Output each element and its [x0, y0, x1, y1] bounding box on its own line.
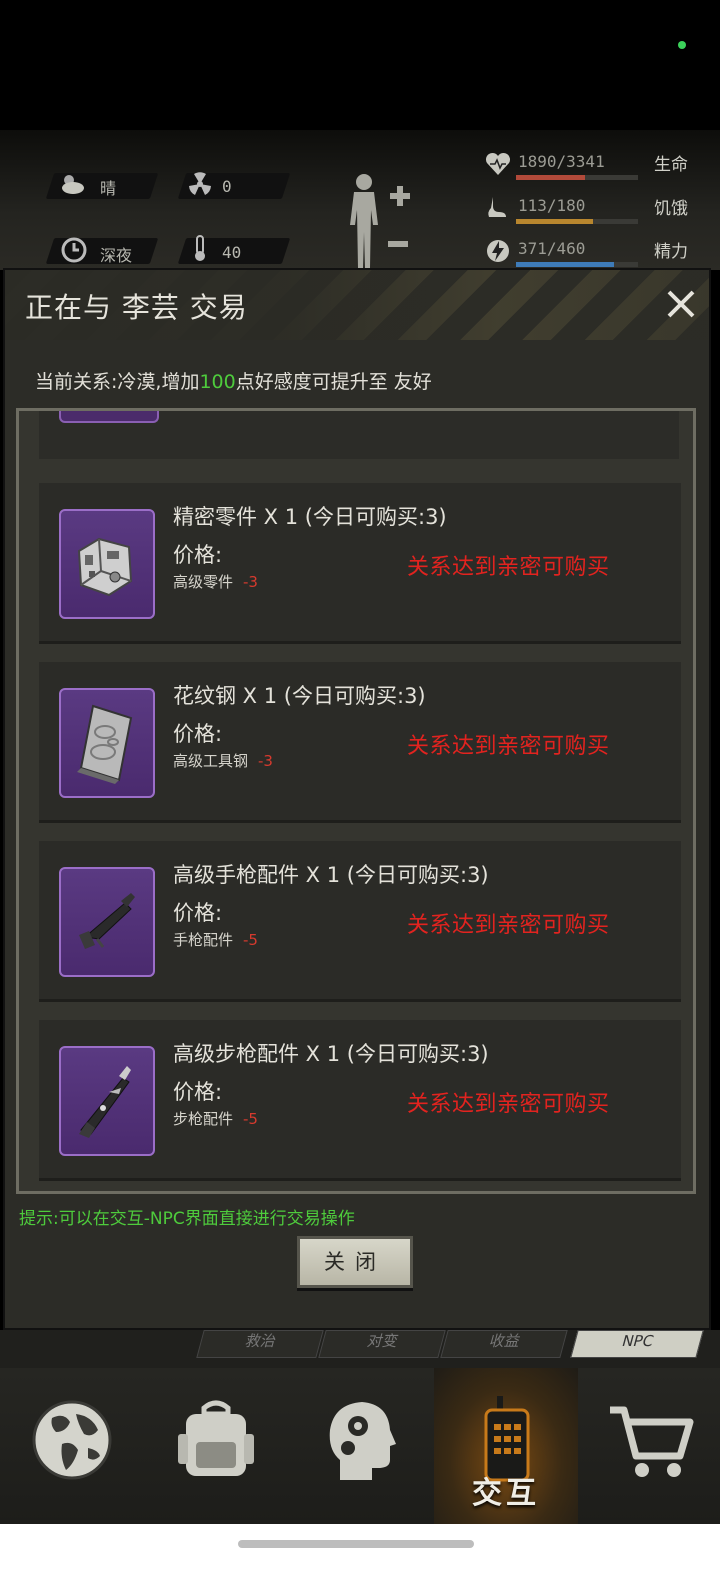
relation-suffix: 点好感度可提升至 友好: [235, 371, 432, 393]
radiation-value: 0: [222, 177, 232, 196]
system-navigation-bar: [0, 1524, 720, 1585]
list-item: [39, 411, 679, 459]
stomach-icon: [488, 197, 506, 217]
energy-label: 精力: [654, 242, 688, 262]
rifle-parts-icon: [79, 1066, 131, 1138]
hunger-value: 113/180: [518, 196, 586, 215]
hunger-bar: [516, 219, 638, 224]
price-cost: 步枪配件 -5: [173, 1108, 258, 1129]
lock-requirement: 关系达到亲密可购买: [407, 913, 610, 938]
cart-icon: [610, 1406, 694, 1477]
cost-amount: -5: [243, 931, 258, 949]
item-name: 花纹钢 X 1 (今日可购买:3): [173, 680, 426, 710]
tab-npc[interactable]: NPC: [570, 1330, 704, 1358]
item-name-text: 高级手枪配件 X 1: [173, 863, 341, 887]
status-indicator-dot: [678, 41, 686, 49]
nav-world[interactable]: [0, 1368, 144, 1524]
relation-amount: 100: [199, 371, 236, 393]
close-button[interactable]: 关闭: [297, 1236, 413, 1288]
lightning-icon: [487, 240, 509, 262]
heart-icon: [485, 152, 511, 175]
relation-prefix: 当前关系:冷漠,增加: [35, 371, 200, 393]
clock-icon: [61, 237, 87, 263]
purchase-limit: (今日可购买:3): [346, 863, 489, 887]
item-icon-frame: [59, 867, 155, 977]
tab-income[interactable]: 收益: [440, 1330, 568, 1358]
weather-text: 晴: [100, 179, 117, 198]
item-name-text: 精密零件 X 1: [173, 505, 299, 529]
cost-item: 高级工具钢: [173, 752, 249, 770]
item-name: 高级手枪配件 X 1 (今日可购买:3): [173, 859, 489, 889]
close-icon[interactable]: [661, 284, 701, 324]
time-of-day-text: 深夜: [100, 246, 133, 265]
cost-amount: -3: [243, 573, 258, 591]
damascus-steel-icon: [77, 704, 133, 784]
item-name-text: 花纹钢 X 1: [173, 684, 278, 708]
list-item[interactable]: 花纹钢 X 1 (今日可购买:3) 价格: 高级工具钢 -3 关系达到亲密可购买: [39, 662, 681, 823]
item-icon-frame: [59, 688, 155, 798]
dialog-header: 正在与 李芸 交易: [5, 270, 709, 340]
item-name: 高级步枪配件 X 1 (今日可购买:3): [173, 1038, 489, 1068]
lock-requirement: 关系达到亲密可购买: [407, 1092, 610, 1117]
price-label: 价格:: [173, 543, 223, 567]
cost-amount: -3: [258, 752, 273, 770]
trade-dialog: 正在与 李芸 交易 当前关系:冷漠,增加100点好感度可提升至 友好 精密零件 …: [3, 268, 711, 1330]
thermometer-icon: [195, 235, 205, 261]
dialog-title: 正在与 李芸 交易: [25, 291, 248, 324]
cost-item: 高级零件: [173, 573, 234, 591]
energy-value: 371/460: [518, 239, 586, 258]
weather-icon: [62, 175, 84, 194]
bottom-navigation: 交互: [0, 1368, 720, 1524]
health-label: 生命: [654, 155, 688, 175]
cost-item: 步枪配件: [173, 1110, 234, 1128]
trade-item-list[interactable]: 精密零件 X 1 (今日可购买:3) 价格: 高级零件 -3 关系达到亲密可购买 …: [16, 408, 696, 1194]
item-icon-frame: [59, 411, 159, 423]
tab-talk[interactable]: 对变: [318, 1330, 446, 1358]
price-cost: 高级零件 -3: [173, 571, 258, 592]
price-label: 价格:: [173, 1080, 223, 1104]
relation-status: 当前关系:冷漠,增加100点好感度可提升至 友好: [35, 367, 432, 394]
nav-skills[interactable]: [288, 1368, 432, 1524]
list-item[interactable]: 精密零件 X 1 (今日可购买:3) 价格: 高级零件 -3 关系达到亲密可购买: [39, 483, 681, 644]
trade-hint: 提示:可以在交互-NPC界面直接进行交易操作: [19, 1209, 355, 1229]
item-name-text: 高级步枪配件 X 1: [173, 1042, 341, 1066]
nav-shop[interactable]: [578, 1368, 720, 1524]
cost-item: 手枪配件: [173, 931, 234, 949]
head-gear-icon: [329, 1402, 396, 1480]
globe-icon: [32, 1400, 112, 1480]
list-item[interactable]: 高级步枪配件 X 1 (今日可购买:3) 价格: 步枪配件 -5 关系达到亲密可购…: [39, 1020, 681, 1181]
backpack-icon: [178, 1400, 254, 1476]
item-icon-frame: [59, 1046, 155, 1156]
health-value: 1890/3341: [518, 152, 605, 171]
background-tabs: 救治 对变 收益 NPC: [0, 1330, 720, 1368]
cost-amount: -5: [243, 1110, 258, 1128]
pistol-parts-icon: [79, 893, 135, 949]
nav-interact-label: 交互: [472, 1476, 540, 1511]
price-cost: 高级工具钢 -3: [173, 750, 273, 771]
body-status-icon[interactable]: [342, 170, 422, 270]
hunger-label: 饥饿: [654, 199, 688, 219]
item-icon-frame: [59, 509, 155, 619]
price-label: 价格:: [173, 901, 223, 925]
radiation-icon: [189, 172, 211, 195]
purchase-limit: (今日可购买:3): [283, 684, 426, 708]
purchase-limit: (今日可购买:3): [346, 1042, 489, 1066]
nav-interact[interactable]: 交互: [434, 1368, 578, 1524]
price-label: 价格:: [173, 722, 223, 746]
health-bar: [516, 175, 638, 180]
item-name: 精密零件 X 1 (今日可购买:3): [173, 501, 447, 531]
home-indicator[interactable]: [238, 1540, 474, 1548]
price-cost: 手枪配件 -5: [173, 929, 258, 950]
purchase-limit: (今日可购买:3): [304, 505, 447, 529]
nav-backpack[interactable]: [144, 1368, 288, 1524]
lock-requirement: 关系达到亲密可购买: [407, 734, 610, 759]
lock-requirement: 关系达到亲密可购买: [407, 555, 610, 580]
temperature-value: 40: [222, 243, 242, 262]
precision-parts-icon: [77, 537, 133, 597]
tab-treat[interactable]: 救治: [196, 1330, 324, 1358]
list-item[interactable]: 高级手枪配件 X 1 (今日可购买:3) 价格: 手枪配件 -5 关系达到亲密可购…: [39, 841, 681, 1002]
energy-bar: [516, 262, 638, 267]
